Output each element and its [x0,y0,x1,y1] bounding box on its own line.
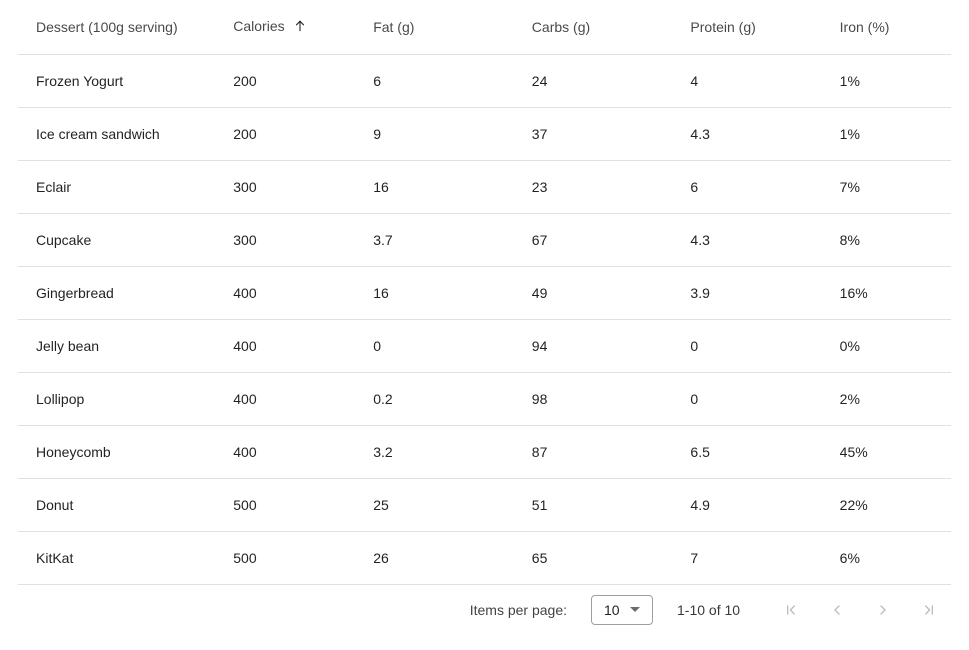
cell-iron: 8% [830,213,951,266]
cell-fat: 25 [363,478,522,531]
cell-carbs: 23 [522,160,681,213]
cell-carbs: 94 [522,319,681,372]
cell-carbs: 87 [522,425,681,478]
cell-calories: 400 [223,319,363,372]
cell-iron: 0% [830,319,951,372]
cell-protein: 0 [680,372,829,425]
column-header-label: Fat (g) [373,19,414,35]
paginator: Items per page: 10 1-10 of 10 [18,585,951,635]
cell-calories: 500 [223,478,363,531]
cell-calories: 300 [223,160,363,213]
column-header-label: Carbs (g) [532,19,590,35]
table-row: Donut50025514.922% [18,478,951,531]
cell-fat: 16 [363,266,522,319]
table-row: Ice cream sandwich2009374.31% [18,107,951,160]
cell-protein: 4.3 [680,213,829,266]
table-row: Eclair300162367% [18,160,951,213]
cell-calories: 300 [223,213,363,266]
column-header-calories[interactable]: Calories [223,0,363,54]
column-header-label: Dessert (100g serving) [36,19,178,35]
cell-calories: 500 [223,531,363,584]
cell-fat: 6 [363,54,522,107]
cell-fat: 16 [363,160,522,213]
cell-protein: 7 [680,531,829,584]
next-page-button[interactable] [873,600,893,620]
cell-carbs: 37 [522,107,681,160]
previous-page-button[interactable] [827,600,847,620]
cell-carbs: 24 [522,54,681,107]
cell-dessert: Jelly bean [18,319,223,372]
cell-dessert: Ice cream sandwich [18,107,223,160]
cell-protein: 3.9 [680,266,829,319]
table-row: Lollipop4000.29802% [18,372,951,425]
cell-fat: 0.2 [363,372,522,425]
cell-dessert: Eclair [18,160,223,213]
table-row: Gingerbread40016493.916% [18,266,951,319]
cell-iron: 7% [830,160,951,213]
data-table: Dessert (100g serving) Calories Fat (g) … [18,0,951,585]
table-row: Cupcake3003.7674.38% [18,213,951,266]
column-header-dessert[interactable]: Dessert (100g serving) [18,0,223,54]
cell-carbs: 67 [522,213,681,266]
cell-fat: 9 [363,107,522,160]
cell-protein: 0 [680,319,829,372]
column-header-label: Iron (%) [840,19,890,35]
cell-protein: 4 [680,54,829,107]
page-size-value: 10 [604,602,620,618]
first-page-button[interactable] [781,600,801,620]
cell-fat: 3.2 [363,425,522,478]
column-header-label: Protein (g) [690,19,755,35]
table-row: KitKat500266576% [18,531,951,584]
cell-calories: 200 [223,107,363,160]
cell-iron: 1% [830,54,951,107]
cell-dessert: Cupcake [18,213,223,266]
paginator-nav [781,600,939,620]
cell-protein: 6.5 [680,425,829,478]
cell-dessert: KitKat [18,531,223,584]
cell-iron: 6% [830,531,951,584]
column-header-protein[interactable]: Protein (g) [680,0,829,54]
page-size-select[interactable]: 10 [591,595,653,625]
cell-carbs: 98 [522,372,681,425]
cell-dessert: Honeycomb [18,425,223,478]
cell-calories: 400 [223,266,363,319]
cell-carbs: 65 [522,531,681,584]
table-row: Jelly bean40009400% [18,319,951,372]
last-page-button[interactable] [919,600,939,620]
table-row: Honeycomb4003.2876.545% [18,425,951,478]
caret-down-icon [630,607,640,612]
cell-protein: 4.3 [680,107,829,160]
arrow-up-icon [293,19,307,36]
column-header-fat[interactable]: Fat (g) [363,0,522,54]
column-header-iron[interactable]: Iron (%) [830,0,951,54]
cell-iron: 2% [830,372,951,425]
header-row: Dessert (100g serving) Calories Fat (g) … [18,0,951,54]
range-label: 1-10 of 10 [677,602,757,618]
cell-dessert: Frozen Yogurt [18,54,223,107]
column-header-carbs[interactable]: Carbs (g) [522,0,681,54]
cell-carbs: 49 [522,266,681,319]
cell-protein: 6 [680,160,829,213]
cell-protein: 4.9 [680,478,829,531]
cell-dessert: Gingerbread [18,266,223,319]
items-per-page-label: Items per page: [470,602,567,618]
cell-iron: 16% [830,266,951,319]
cell-fat: 26 [363,531,522,584]
cell-fat: 3.7 [363,213,522,266]
cell-calories: 200 [223,54,363,107]
cell-carbs: 51 [522,478,681,531]
cell-dessert: Lollipop [18,372,223,425]
cell-iron: 1% [830,107,951,160]
cell-fat: 0 [363,319,522,372]
column-header-label: Calories [233,18,284,34]
cell-calories: 400 [223,372,363,425]
cell-iron: 45% [830,425,951,478]
cell-calories: 400 [223,425,363,478]
cell-dessert: Donut [18,478,223,531]
cell-iron: 22% [830,478,951,531]
table-row: Frozen Yogurt20062441% [18,54,951,107]
